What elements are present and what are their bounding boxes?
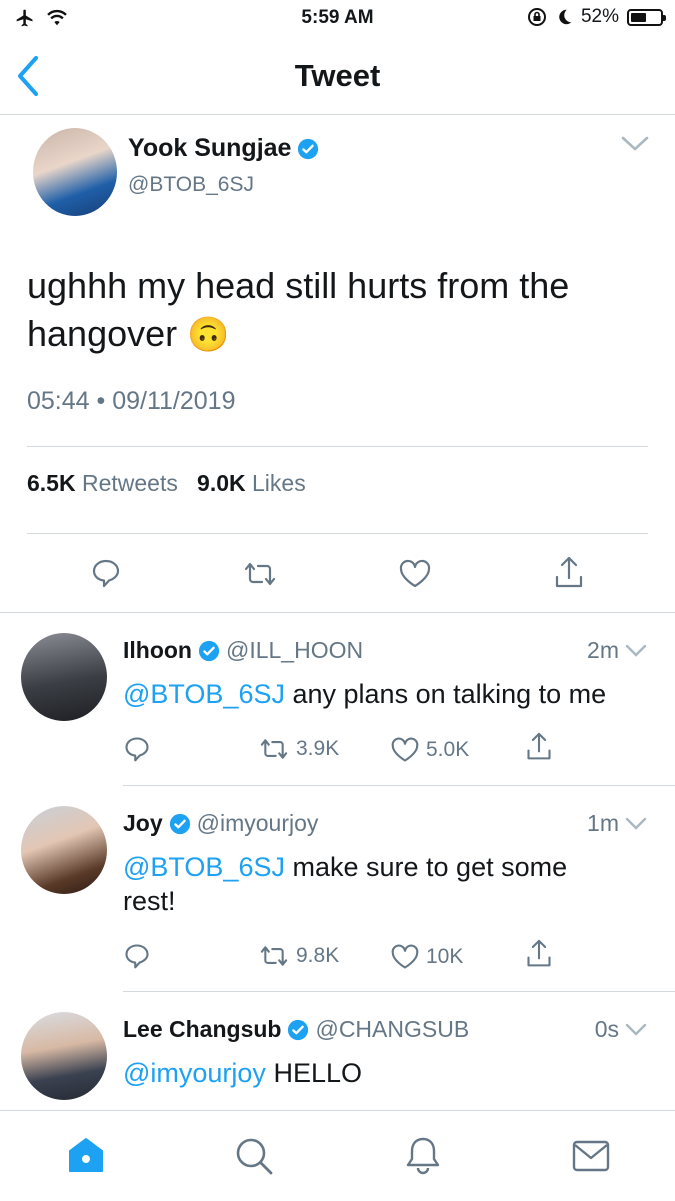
like-heart-icon: [390, 736, 420, 764]
tweet-timestamp: 05:44 • 09/11/2019: [27, 387, 236, 415]
tweet-author[interactable]: Yook Sungjae: [128, 134, 319, 163]
notifications-bell-icon[interactable]: [404, 1135, 442, 1177]
more-options-chevron-down-icon[interactable]: [620, 134, 650, 154]
author-handle[interactable]: @ILL_HOON: [226, 637, 363, 664]
like-button[interactable]: 10K: [390, 943, 463, 971]
author-name[interactable]: Lee Changsub: [123, 1016, 281, 1043]
moon-icon: [555, 8, 573, 26]
share-icon[interactable]: [525, 731, 553, 763]
author-handle[interactable]: @BTOB_6SJ: [128, 173, 254, 197]
tweet-stats: 6.5K Retweets 9.0K Likes: [27, 470, 306, 497]
messages-envelope-icon[interactable]: [571, 1139, 611, 1173]
avatar[interactable]: [33, 128, 117, 216]
battery-percent: 52%: [580, 6, 619, 27]
reply-time: 1m: [587, 810, 647, 837]
retweets-stat[interactable]: 6.5K Retweets: [27, 470, 178, 496]
upside-down-face-emoji-icon: 🙃: [187, 316, 230, 354]
verified-badge-icon: [287, 1019, 309, 1041]
reply-text: @imyourjoy HELLO: [123, 1058, 362, 1088]
like-heart-icon: [390, 943, 420, 971]
retweet-icon[interactable]: [242, 559, 278, 589]
reply-text: @BTOB_6SJ make sure to get some rest!: [123, 852, 568, 916]
retweet-count: 9.8K: [296, 944, 340, 967]
likes-stat[interactable]: 9.0K Likes: [197, 470, 306, 496]
page-title: Tweet: [294, 58, 381, 93]
verified-badge-icon: [169, 813, 191, 835]
reply-icon[interactable]: [123, 735, 151, 763]
author-name[interactable]: Joy: [123, 810, 163, 837]
like-count: 5.0K: [426, 738, 470, 761]
reply-time: 2m: [587, 637, 647, 664]
retweet-count: 3.9K: [296, 737, 340, 760]
chevron-down-icon[interactable]: [625, 1023, 647, 1037]
mention-link[interactable]: @BTOB_6SJ: [123, 852, 285, 882]
home-icon[interactable]: [66, 1136, 106, 1174]
nav-bar: Tweet: [0, 36, 675, 115]
reply-icon[interactable]: [123, 942, 151, 970]
mention-link[interactable]: @imyourjoy: [123, 1058, 266, 1088]
share-icon[interactable]: [525, 938, 553, 970]
tweet-text: ughhh my head still hurts from the hango…: [27, 265, 570, 354]
share-icon[interactable]: [553, 555, 585, 591]
reply-time: 0s: [595, 1016, 647, 1043]
author-name[interactable]: Ilhoon: [123, 637, 192, 664]
reply-text: @BTOB_6SJ any plans on talking to me: [123, 679, 607, 709]
verified-badge-icon: [297, 138, 319, 160]
status-bar: 5:59 AM 52%: [0, 0, 675, 36]
author-handle[interactable]: @imyourjoy: [197, 810, 319, 837]
retweet-icon: [258, 943, 290, 969]
like-heart-icon[interactable]: [398, 558, 432, 590]
avatar[interactable]: [21, 806, 107, 894]
retweet-icon: [258, 736, 290, 762]
list-item[interactable]: Ilhoon @ILL_HOON 2m @BTOB_6SJ any plans …: [0, 613, 675, 785]
reply-icon[interactable]: [90, 557, 122, 589]
retweet-button[interactable]: 9.8K: [258, 943, 339, 969]
retweet-button[interactable]: 3.9K: [258, 736, 339, 762]
chevron-down-icon[interactable]: [625, 644, 647, 658]
reply-author[interactable]: Lee Changsub @CHANGSUB: [123, 1016, 469, 1043]
reply-author[interactable]: Joy @imyourjoy: [123, 810, 318, 837]
avatar[interactable]: [21, 633, 107, 721]
list-item[interactable]: Joy @imyourjoy 1m @BTOB_6SJ make sure to…: [0, 786, 675, 991]
mention-link[interactable]: @BTOB_6SJ: [123, 679, 285, 709]
reply-author[interactable]: Ilhoon @ILL_HOON: [123, 637, 363, 664]
verified-badge-icon: [198, 640, 220, 662]
tab-bar: [0, 1110, 675, 1201]
tweet-actions: [0, 555, 675, 595]
chevron-down-icon[interactable]: [625, 817, 647, 831]
list-item[interactable]: Lee Changsub @CHANGSUB 0s @imyourjoy HEL…: [0, 992, 675, 1109]
author-name[interactable]: Yook Sungjae: [128, 134, 291, 163]
rotation-lock-icon: [527, 7, 547, 27]
divider: [27, 446, 648, 447]
divider: [27, 533, 648, 534]
author-handle[interactable]: @CHANGSUB: [315, 1016, 469, 1043]
search-icon[interactable]: [234, 1136, 274, 1176]
avatar[interactable]: [21, 1012, 107, 1100]
battery-icon: [627, 8, 666, 26]
like-count: 10K: [426, 945, 464, 968]
like-button[interactable]: 5.0K: [390, 736, 469, 764]
